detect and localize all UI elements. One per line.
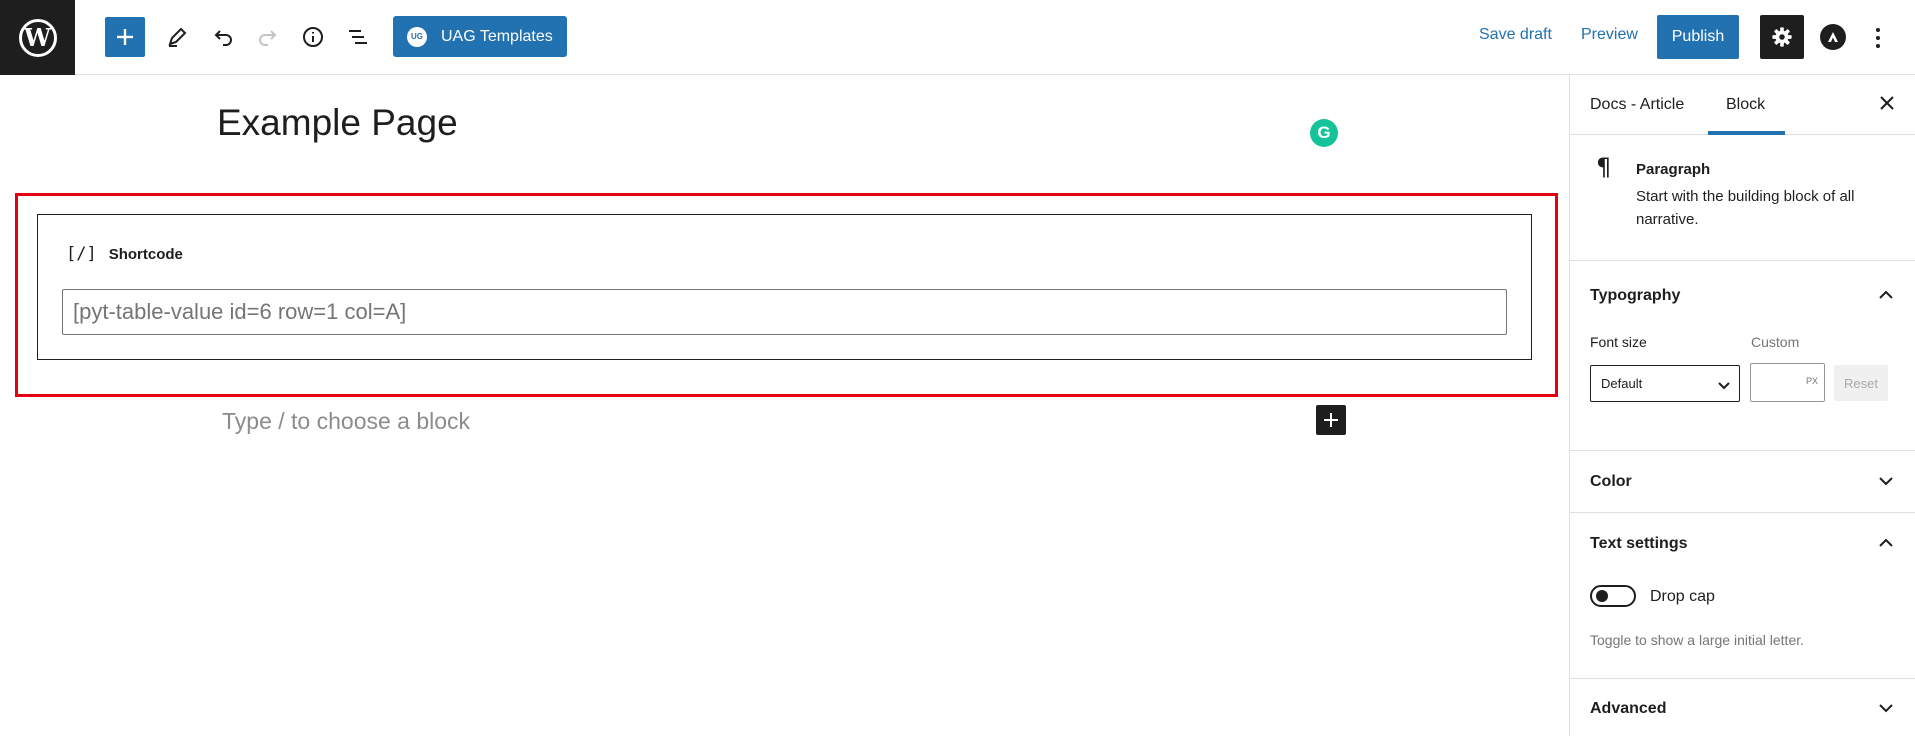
editor-toolbar: W UG UAG Templates Save draft Preview Pu…: [0, 0, 1915, 75]
uag-templates-button[interactable]: UG UAG Templates: [393, 16, 567, 57]
chevron-down-icon[interactable]: [1877, 472, 1895, 490]
tab-docs-article[interactable]: Docs - Article: [1590, 96, 1684, 114]
undo-icon: [214, 30, 232, 46]
typography-panel: Typography Font size Custom Default PX R…: [1570, 261, 1915, 451]
uag-templates-label: UAG Templates: [441, 27, 553, 45]
details-button[interactable]: [295, 18, 331, 56]
advanced-panel[interactable]: Advanced: [1570, 679, 1915, 736]
shortcode-label: Shortcode: [108, 245, 183, 263]
options-button[interactable]: [1868, 20, 1888, 56]
text-settings-panel: Text settings Drop cap Toggle to show a …: [1570, 513, 1915, 679]
color-panel-toggle[interactable]: Color: [1590, 473, 1632, 491]
custom-size-label: Custom: [1751, 334, 1800, 350]
chevron-down-icon: [1718, 382, 1730, 390]
shortcode-header: [/] Shortcode: [66, 244, 183, 264]
reset-font-size-button[interactable]: Reset: [1834, 365, 1888, 401]
plus-icon: [1324, 413, 1338, 427]
sidebar-tabs: Docs - Article Block: [1570, 75, 1915, 135]
more-vertical-icon: [1876, 28, 1880, 32]
list-view-icon: [349, 30, 367, 44]
font-size-label: Font size: [1590, 334, 1647, 350]
astra-settings-button[interactable]: [1820, 24, 1846, 50]
preview-button[interactable]: Preview: [1581, 26, 1638, 44]
custom-size-input[interactable]: PX: [1750, 363, 1825, 402]
typography-panel-toggle[interactable]: Typography: [1590, 287, 1680, 305]
drop-cap-help: Toggle to show a large initial letter.: [1590, 632, 1805, 648]
pencil-icon: [168, 27, 187, 47]
text-settings-panel-toggle[interactable]: Text settings: [1590, 535, 1688, 553]
block-description: Start with the building block of all nar…: [1636, 188, 1855, 228]
unit-label: PX: [1805, 376, 1818, 386]
toggle-knob: [1596, 590, 1608, 602]
advanced-panel-toggle[interactable]: Advanced: [1590, 700, 1666, 718]
info-icon: [303, 27, 323, 47]
close-icon: [1880, 96, 1894, 110]
publish-button[interactable]: Publish: [1657, 15, 1739, 59]
wordpress-icon: W: [18, 18, 57, 57]
color-panel[interactable]: Color: [1570, 451, 1915, 513]
close-sidebar-button[interactable]: [1877, 93, 1897, 113]
save-draft-button[interactable]: Save draft: [1479, 26, 1552, 44]
editor-canvas: Example Page G [/] Shortcode [pyt-table-…: [0, 75, 1569, 736]
page-title[interactable]: Example Page: [217, 102, 458, 144]
paragraph-icon: ¶: [1596, 153, 1612, 181]
gear-icon: [1772, 27, 1792, 47]
font-size-value: Default: [1601, 376, 1643, 391]
settings-button[interactable]: [1760, 15, 1804, 59]
wordpress-logo-button[interactable]: W: [0, 0, 75, 75]
add-block-button[interactable]: [105, 17, 145, 57]
inline-add-block-button[interactable]: [1316, 405, 1346, 435]
settings-sidebar: Docs - Article Block ¶ Paragraph Start w…: [1569, 75, 1915, 736]
block-placeholder[interactable]: Type / to choose a block: [222, 408, 470, 435]
block-name: Paragraph: [1636, 161, 1711, 178]
block-card: ¶ Paragraph Start with the building bloc…: [1570, 135, 1915, 261]
chevron-up-icon[interactable]: [1877, 534, 1895, 552]
chevron-down-icon[interactable]: [1877, 699, 1895, 717]
grammarly-icon[interactable]: G: [1310, 119, 1338, 147]
astra-logo-icon: [1828, 32, 1838, 42]
drop-cap-toggle[interactable]: [1590, 585, 1636, 607]
uag-logo-icon: UG: [407, 26, 427, 47]
font-size-select[interactable]: Default: [1590, 365, 1740, 402]
list-view-button[interactable]: [340, 18, 376, 56]
shortcode-block[interactable]: [/] Shortcode [pyt-table-value id=6 row=…: [37, 214, 1532, 360]
shortcode-input[interactable]: [pyt-table-value id=6 row=1 col=A]: [62, 289, 1507, 335]
chevron-up-icon[interactable]: [1877, 286, 1895, 304]
shortcode-icon: [/]: [66, 244, 97, 264]
undo-button[interactable]: [205, 18, 241, 56]
tab-block[interactable]: Block: [1726, 96, 1765, 114]
redo-icon: [259, 30, 277, 46]
drop-cap-label: Drop cap: [1650, 588, 1715, 605]
plus-icon: [117, 29, 133, 45]
redo-button[interactable]: [250, 18, 286, 56]
tools-button[interactable]: [159, 18, 195, 56]
